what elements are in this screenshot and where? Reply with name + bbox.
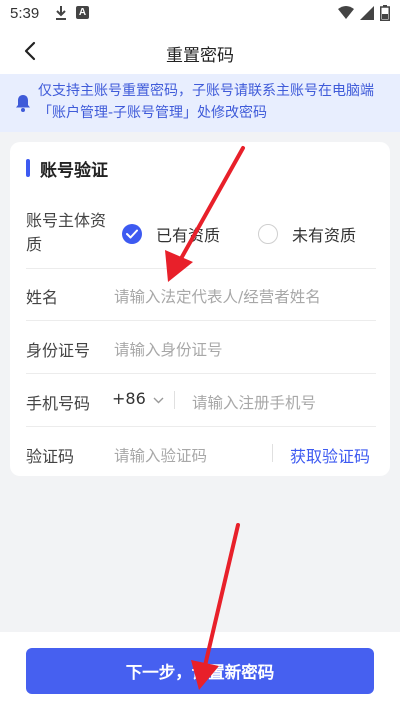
radio-none-label: 未有资质: [292, 226, 357, 245]
battery-icon: [380, 5, 390, 26]
id-number-row: 身份证号 请输入身份证号: [26, 321, 376, 374]
download-icon: [54, 5, 68, 26]
nav-bar: 重置密码: [0, 28, 400, 74]
radio-unchecked-icon: [258, 224, 278, 244]
section-title-text: 账号验证: [40, 160, 108, 181]
country-code-select[interactable]: +86: [112, 389, 164, 408]
radio-has-qualification[interactable]: 已有资质: [122, 222, 220, 246]
next-step-button[interactable]: 下一步，设置新密码: [26, 648, 374, 694]
chevron-down-icon: [153, 389, 164, 408]
verification-card: 账号验证 账号主体资质 已有资质 未有资质 姓名 请输入法定代表人/经营者姓名 …: [10, 142, 390, 476]
radio-has-label: 已有资质: [156, 226, 221, 245]
page-title: 重置密码: [166, 46, 234, 66]
code-divider: [272, 444, 273, 462]
notice-banner: 仅支持主账号重置密码，子账号请联系主账号在电脑端「账户管理-子账号管理」处修改密…: [0, 74, 400, 132]
section-title: 账号验证: [26, 156, 108, 181]
phone-divider: [174, 391, 175, 409]
section-accent-bar: [26, 159, 30, 177]
bell-icon: [15, 94, 31, 116]
get-code-button[interactable]: 获取验证码: [290, 443, 370, 467]
subject-qualification-row: 账号主体资质 已有资质 未有资质: [26, 200, 376, 269]
id-number-input[interactable]: 请输入身份证号: [114, 338, 223, 360]
wifi-icon: [338, 6, 354, 25]
id-number-label: 身份证号: [26, 341, 91, 360]
status-bar: 5:39 A: [0, 0, 400, 28]
verification-code-label: 验证码: [26, 447, 75, 466]
phone-input[interactable]: 请输入注册手机号: [192, 391, 316, 413]
verification-code-input[interactable]: 请输入验证码: [114, 444, 207, 466]
bottom-bar: 下一步，设置新密码: [0, 632, 400, 711]
radio-checked-icon: [122, 224, 142, 244]
notice-text: 仅支持主账号重置密码，子账号请联系主账号在电脑端「账户管理-子账号管理」处修改密…: [38, 83, 374, 121]
phone-row: 手机号码 +86 请输入注册手机号: [26, 374, 376, 427]
name-label: 姓名: [26, 288, 59, 307]
name-row: 姓名 请输入法定代表人/经营者姓名: [26, 268, 376, 321]
verification-code-row: 验证码 请输入验证码 获取验证码: [26, 427, 376, 477]
country-code-value: +86: [112, 389, 146, 408]
a-notification-icon: A: [76, 6, 89, 19]
phone-label: 手机号码: [26, 394, 91, 413]
subject-qualification-label: 账号主体资质: [26, 211, 107, 254]
status-time: 5:39: [10, 5, 40, 22]
name-input[interactable]: 请输入法定代表人/经营者姓名: [114, 285, 321, 307]
signal-icon: [360, 6, 374, 25]
radio-no-qualification[interactable]: 未有资质: [258, 222, 356, 246]
